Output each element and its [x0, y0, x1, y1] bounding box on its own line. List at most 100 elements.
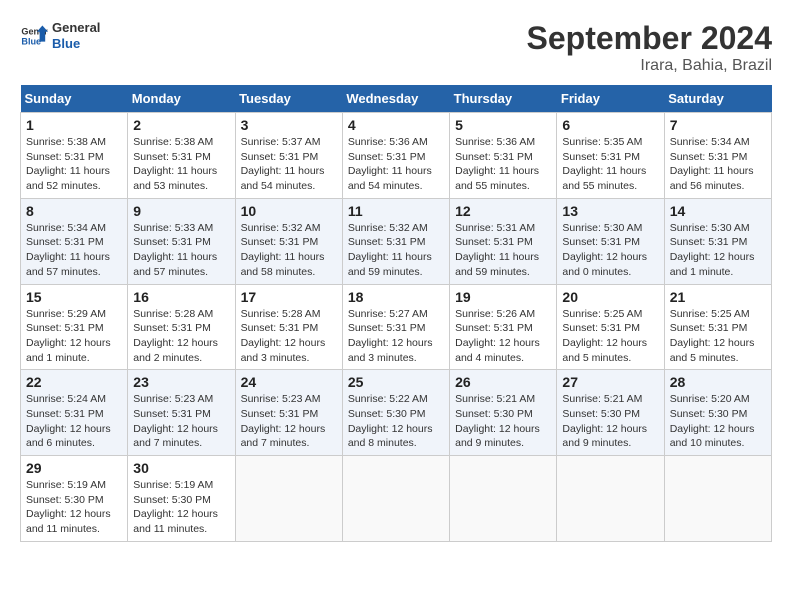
svg-text:Blue: Blue	[21, 36, 41, 46]
day-number: 19	[455, 289, 551, 305]
logo-icon: General Blue	[20, 22, 48, 50]
location-title: Irara, Bahia, Brazil	[527, 57, 772, 75]
day-number: 4	[348, 117, 444, 133]
day-info: Sunrise: 5:32 AM Sunset: 5:31 PM Dayligh…	[348, 221, 444, 280]
day-number: 20	[562, 289, 658, 305]
day-number: 24	[241, 374, 337, 390]
day-number: 23	[133, 374, 229, 390]
calendar-cell: 15 Sunrise: 5:29 AM Sunset: 5:31 PM Dayl…	[21, 284, 128, 370]
calendar-week-row: 29 Sunrise: 5:19 AM Sunset: 5:30 PM Dayl…	[21, 456, 772, 542]
day-number: 12	[455, 203, 551, 219]
calendar-cell: 5 Sunrise: 5:36 AM Sunset: 5:31 PM Dayli…	[450, 113, 557, 199]
day-number: 27	[562, 374, 658, 390]
col-friday: Friday	[557, 85, 664, 113]
calendar-cell: 30 Sunrise: 5:19 AM Sunset: 5:30 PM Dayl…	[128, 456, 235, 542]
logo-blue: Blue	[52, 36, 100, 52]
col-thursday: Thursday	[450, 85, 557, 113]
day-info: Sunrise: 5:21 AM Sunset: 5:30 PM Dayligh…	[562, 392, 658, 451]
col-wednesday: Wednesday	[342, 85, 449, 113]
day-info: Sunrise: 5:31 AM Sunset: 5:31 PM Dayligh…	[455, 221, 551, 280]
day-info: Sunrise: 5:38 AM Sunset: 5:31 PM Dayligh…	[26, 135, 122, 194]
day-number: 26	[455, 374, 551, 390]
calendar-cell: 21 Sunrise: 5:25 AM Sunset: 5:31 PM Dayl…	[664, 284, 771, 370]
calendar-week-row: 15 Sunrise: 5:29 AM Sunset: 5:31 PM Dayl…	[21, 284, 772, 370]
day-info: Sunrise: 5:22 AM Sunset: 5:30 PM Dayligh…	[348, 392, 444, 451]
day-number: 3	[241, 117, 337, 133]
calendar-cell: 11 Sunrise: 5:32 AM Sunset: 5:31 PM Dayl…	[342, 198, 449, 284]
calendar-cell: 1 Sunrise: 5:38 AM Sunset: 5:31 PM Dayli…	[21, 113, 128, 199]
day-info: Sunrise: 5:34 AM Sunset: 5:31 PM Dayligh…	[670, 135, 766, 194]
day-info: Sunrise: 5:35 AM Sunset: 5:31 PM Dayligh…	[562, 135, 658, 194]
title-block: September 2024 Irara, Bahia, Brazil	[527, 20, 772, 75]
day-info: Sunrise: 5:25 AM Sunset: 5:31 PM Dayligh…	[670, 307, 766, 366]
col-sunday: Sunday	[21, 85, 128, 113]
calendar-cell: 24 Sunrise: 5:23 AM Sunset: 5:31 PM Dayl…	[235, 370, 342, 456]
calendar-week-row: 22 Sunrise: 5:24 AM Sunset: 5:31 PM Dayl…	[21, 370, 772, 456]
col-tuesday: Tuesday	[235, 85, 342, 113]
day-info: Sunrise: 5:28 AM Sunset: 5:31 PM Dayligh…	[133, 307, 229, 366]
day-number: 13	[562, 203, 658, 219]
calendar-cell: 12 Sunrise: 5:31 AM Sunset: 5:31 PM Dayl…	[450, 198, 557, 284]
calendar-cell	[557, 456, 664, 542]
day-info: Sunrise: 5:19 AM Sunset: 5:30 PM Dayligh…	[26, 478, 122, 537]
day-number: 7	[670, 117, 766, 133]
calendar-cell: 6 Sunrise: 5:35 AM Sunset: 5:31 PM Dayli…	[557, 113, 664, 199]
day-number: 2	[133, 117, 229, 133]
calendar-cell: 10 Sunrise: 5:32 AM Sunset: 5:31 PM Dayl…	[235, 198, 342, 284]
calendar-cell: 14 Sunrise: 5:30 AM Sunset: 5:31 PM Dayl…	[664, 198, 771, 284]
day-number: 6	[562, 117, 658, 133]
day-info: Sunrise: 5:30 AM Sunset: 5:31 PM Dayligh…	[670, 221, 766, 280]
calendar-cell: 13 Sunrise: 5:30 AM Sunset: 5:31 PM Dayl…	[557, 198, 664, 284]
day-number: 15	[26, 289, 122, 305]
calendar-cell: 22 Sunrise: 5:24 AM Sunset: 5:31 PM Dayl…	[21, 370, 128, 456]
day-info: Sunrise: 5:25 AM Sunset: 5:31 PM Dayligh…	[562, 307, 658, 366]
calendar-cell: 20 Sunrise: 5:25 AM Sunset: 5:31 PM Dayl…	[557, 284, 664, 370]
calendar-cell: 19 Sunrise: 5:26 AM Sunset: 5:31 PM Dayl…	[450, 284, 557, 370]
calendar-cell: 28 Sunrise: 5:20 AM Sunset: 5:30 PM Dayl…	[664, 370, 771, 456]
calendar-cell: 2 Sunrise: 5:38 AM Sunset: 5:31 PM Dayli…	[128, 113, 235, 199]
page-header: General Blue General Blue September 2024…	[20, 20, 772, 75]
day-number: 9	[133, 203, 229, 219]
calendar-header-row: Sunday Monday Tuesday Wednesday Thursday…	[21, 85, 772, 113]
calendar-week-row: 8 Sunrise: 5:34 AM Sunset: 5:31 PM Dayli…	[21, 198, 772, 284]
day-number: 29	[26, 460, 122, 476]
calendar-cell: 26 Sunrise: 5:21 AM Sunset: 5:30 PM Dayl…	[450, 370, 557, 456]
day-number: 10	[241, 203, 337, 219]
day-info: Sunrise: 5:38 AM Sunset: 5:31 PM Dayligh…	[133, 135, 229, 194]
day-number: 17	[241, 289, 337, 305]
day-number: 1	[26, 117, 122, 133]
day-info: Sunrise: 5:29 AM Sunset: 5:31 PM Dayligh…	[26, 307, 122, 366]
calendar-cell: 8 Sunrise: 5:34 AM Sunset: 5:31 PM Dayli…	[21, 198, 128, 284]
day-number: 16	[133, 289, 229, 305]
calendar-cell: 9 Sunrise: 5:33 AM Sunset: 5:31 PM Dayli…	[128, 198, 235, 284]
calendar-cell: 18 Sunrise: 5:27 AM Sunset: 5:31 PM Dayl…	[342, 284, 449, 370]
day-info: Sunrise: 5:36 AM Sunset: 5:31 PM Dayligh…	[348, 135, 444, 194]
day-number: 14	[670, 203, 766, 219]
day-info: Sunrise: 5:32 AM Sunset: 5:31 PM Dayligh…	[241, 221, 337, 280]
day-info: Sunrise: 5:36 AM Sunset: 5:31 PM Dayligh…	[455, 135, 551, 194]
calendar-cell: 27 Sunrise: 5:21 AM Sunset: 5:30 PM Dayl…	[557, 370, 664, 456]
calendar-cell: 4 Sunrise: 5:36 AM Sunset: 5:31 PM Dayli…	[342, 113, 449, 199]
day-number: 28	[670, 374, 766, 390]
calendar-cell: 29 Sunrise: 5:19 AM Sunset: 5:30 PM Dayl…	[21, 456, 128, 542]
day-number: 25	[348, 374, 444, 390]
day-info: Sunrise: 5:37 AM Sunset: 5:31 PM Dayligh…	[241, 135, 337, 194]
day-number: 5	[455, 117, 551, 133]
calendar-cell: 7 Sunrise: 5:34 AM Sunset: 5:31 PM Dayli…	[664, 113, 771, 199]
calendar-cell: 23 Sunrise: 5:23 AM Sunset: 5:31 PM Dayl…	[128, 370, 235, 456]
day-info: Sunrise: 5:30 AM Sunset: 5:31 PM Dayligh…	[562, 221, 658, 280]
day-info: Sunrise: 5:27 AM Sunset: 5:31 PM Dayligh…	[348, 307, 444, 366]
day-info: Sunrise: 5:28 AM Sunset: 5:31 PM Dayligh…	[241, 307, 337, 366]
calendar-cell	[235, 456, 342, 542]
calendar-cell: 25 Sunrise: 5:22 AM Sunset: 5:30 PM Dayl…	[342, 370, 449, 456]
day-info: Sunrise: 5:34 AM Sunset: 5:31 PM Dayligh…	[26, 221, 122, 280]
day-info: Sunrise: 5:26 AM Sunset: 5:31 PM Dayligh…	[455, 307, 551, 366]
col-saturday: Saturday	[664, 85, 771, 113]
day-info: Sunrise: 5:33 AM Sunset: 5:31 PM Dayligh…	[133, 221, 229, 280]
day-info: Sunrise: 5:21 AM Sunset: 5:30 PM Dayligh…	[455, 392, 551, 451]
logo: General Blue General Blue	[20, 20, 100, 51]
day-number: 18	[348, 289, 444, 305]
calendar-week-row: 1 Sunrise: 5:38 AM Sunset: 5:31 PM Dayli…	[21, 113, 772, 199]
day-number: 21	[670, 289, 766, 305]
calendar-cell	[342, 456, 449, 542]
